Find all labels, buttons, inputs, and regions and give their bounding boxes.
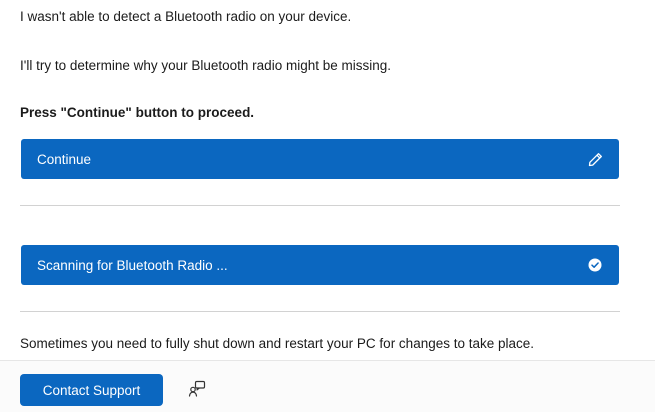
share-feedback-icon[interactable] (188, 380, 206, 398)
contact-support-label: Contact Support (42, 382, 141, 398)
continue-button[interactable]: Continue (21, 139, 619, 179)
troubleshooter-panel: I wasn't able to detect a Bluetooth radi… (0, 0, 655, 412)
check-circle-icon (587, 257, 603, 273)
contact-support-button[interactable]: Contact Support (20, 374, 163, 406)
instruction-message: Press "Continue" button to proceed. (20, 105, 255, 120)
footer-bar: Contact Support (0, 360, 655, 412)
pencil-icon (587, 151, 603, 167)
status-message: I wasn't able to detect a Bluetooth radi… (20, 9, 352, 24)
divider (20, 311, 620, 312)
restart-note: Sometimes you need to fully shut down an… (20, 336, 535, 351)
diagnosis-message: I'll try to determine why your Bluetooth… (20, 58, 391, 73)
continue-button-label: Continue (37, 151, 92, 167)
scanning-status-label: Scanning for Bluetooth Radio ... (37, 257, 228, 273)
scanning-status-bar[interactable]: Scanning for Bluetooth Radio ... (21, 245, 619, 285)
divider (20, 205, 620, 206)
